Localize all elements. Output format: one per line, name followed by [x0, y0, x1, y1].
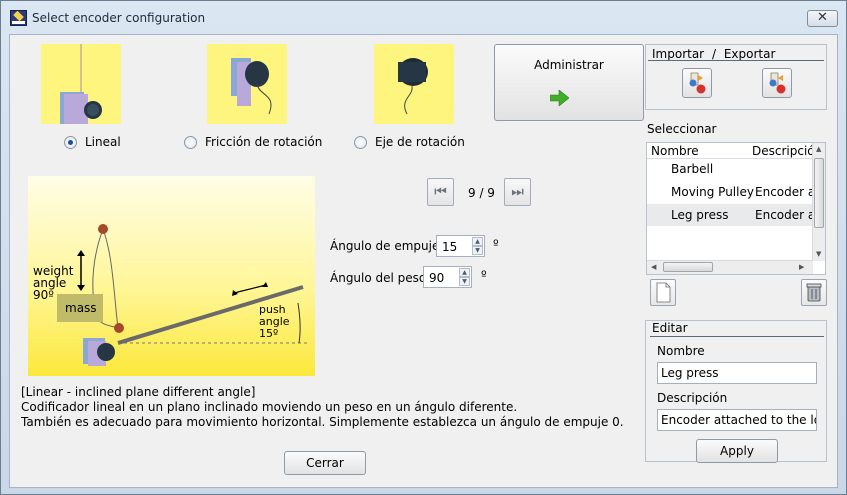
edit-name-field[interactable]: Leg press	[657, 362, 817, 384]
radio-eje-rotacion[interactable]: Eje de rotación	[354, 134, 465, 150]
spin-down-icon[interactable]: ▼	[472, 246, 483, 255]
export-title: Exportar	[723, 47, 776, 61]
scroll-right-icon[interactable]: ▶	[799, 263, 804, 271]
configurations-list[interactable]: Nombre Descripción Barbell Moving Pulley…	[646, 142, 826, 275]
mass-label: mass	[65, 301, 97, 315]
vertical-scroll-thumb[interactable]	[814, 158, 824, 228]
push-angle-line-3: 15º	[259, 327, 279, 340]
weight-angle-unit: º	[481, 268, 487, 282]
radio-friccion-rotacion[interactable]: Fricción de rotación	[184, 134, 322, 150]
edit-title: Editar	[652, 321, 688, 335]
push-angle-caption: push angle 15º	[259, 304, 290, 340]
column-header-name[interactable]: Nombre	[651, 144, 699, 158]
weight-angle-label: Ángulo del peso	[330, 271, 427, 285]
first-config-button[interactable]: ⏮	[427, 178, 454, 206]
right-panel: Importar / Exportar Seleccionar Nombre D…	[645, 44, 827, 463]
radio-friccion-label: Fricción de rotación	[205, 135, 323, 149]
push-angle-spinbox[interactable]: 15 ▲ ▼	[436, 235, 485, 257]
title-bar: Select encoder configuration ✕	[1, 1, 846, 34]
friction-rotation-thumbnail[interactable]	[207, 44, 287, 124]
import-export-title: Importar / Exportar	[652, 47, 775, 61]
description-line-3: También es adecuado para movimiento hori…	[21, 415, 624, 429]
window-title: Select encoder configuration	[32, 11, 206, 25]
window-close-button[interactable]: ✕	[807, 10, 838, 27]
list-item[interactable]: Barbell	[647, 158, 813, 180]
list-header: Nombre Descripción	[647, 143, 822, 159]
list-vertical-scrollbar[interactable]: ▲ ▼	[812, 143, 825, 261]
radio-dot[interactable]	[184, 135, 197, 149]
app-icon	[10, 10, 27, 26]
window-client-area: Lineal Fricción de rotación Eje de rotac…	[9, 34, 838, 488]
configuration-description: [Linear - inclined plane different angle…	[21, 385, 624, 430]
skip-last-icon: ⏭	[511, 184, 524, 200]
radio-dot[interactable]	[64, 135, 77, 149]
select-title: Seleccionar	[647, 122, 717, 136]
weight-angle-value: 90	[429, 271, 445, 285]
scroll-up-icon[interactable]: ▲	[816, 145, 821, 153]
trash-icon	[806, 283, 822, 302]
list-item[interactable]: Moving Pulley Encoder at	[647, 181, 813, 203]
edit-description-label: Descripción	[657, 391, 728, 405]
last-config-button[interactable]: ⏭	[504, 178, 531, 206]
spin-up-icon[interactable]: ▲	[459, 268, 470, 277]
cerrar-button[interactable]: Cerrar	[284, 451, 366, 475]
radio-dot[interactable]	[354, 135, 367, 149]
radio-eje-label: Eje de rotación	[375, 135, 465, 149]
lineal-encoder-icon	[60, 44, 102, 124]
weight-angle-line-3: 90º	[33, 288, 54, 302]
weight-angle-spin-arrows[interactable]: ▲ ▼	[459, 268, 470, 286]
list-item-name: Barbell	[671, 162, 714, 176]
list-item-selected[interactable]: Leg press Encoder at	[647, 204, 813, 226]
radio-lineal[interactable]: Lineal	[64, 134, 121, 150]
friction-rotation-encoder-icon	[231, 58, 272, 115]
edit-description-field[interactable]: Encoder attached to the load	[657, 409, 817, 431]
import-export-group: Importar / Exportar	[645, 44, 827, 110]
export-button[interactable]	[762, 68, 792, 98]
delete-config-button[interactable]	[801, 279, 827, 306]
list-horizontal-scrollbar[interactable]: ◀ ▶	[647, 260, 813, 274]
list-item-description: Encoder at	[755, 185, 813, 199]
green-arrow-right-icon	[550, 90, 569, 106]
horizontal-scroll-thumb[interactable]	[663, 262, 713, 272]
new-document-icon	[656, 282, 671, 303]
edit-divider	[650, 336, 824, 337]
spin-up-icon[interactable]: ▲	[472, 237, 483, 246]
push-angle-spin-arrows[interactable]: ▲ ▼	[472, 237, 483, 255]
new-config-button[interactable]	[650, 279, 676, 306]
import-icon	[689, 72, 706, 94]
lineal-encoder-thumbnail[interactable]	[41, 44, 121, 124]
push-angle-value: 15	[442, 240, 458, 254]
edit-name-label: Nombre	[657, 344, 705, 358]
skip-first-icon: ⏮	[434, 184, 447, 200]
import-button[interactable]	[682, 68, 712, 98]
list-item-name: Moving Pulley	[671, 185, 754, 199]
import-title: Importar	[652, 47, 705, 61]
list-item-description: Encoder at	[755, 208, 813, 222]
import-export-separator: /	[711, 47, 716, 61]
encoder-config-window: Select encoder configuration ✕ Lineal Fr…	[0, 0, 847, 495]
edit-group: Editar Nombre Leg press Descripción Enco…	[645, 320, 827, 463]
import-export-divider	[648, 60, 824, 61]
spin-down-icon[interactable]: ▼	[459, 277, 470, 286]
push-angle-label: Ángulo de empuje	[330, 239, 440, 253]
push-angle-unit: º	[493, 237, 499, 251]
axis-rotation-thumbnail[interactable]	[374, 44, 454, 124]
description-line-1: [Linear - inclined plane different angle…	[21, 385, 256, 399]
scroll-left-icon[interactable]: ◀	[651, 263, 656, 271]
configuration-diagram: weight angle 90º mass push angle 15º	[28, 176, 315, 376]
administrar-label: Administrar	[534, 58, 604, 72]
description-line-2: Codificador lineal en un plano inclinado…	[21, 400, 518, 414]
scroll-down-icon[interactable]: ▼	[816, 250, 821, 258]
weight-angle-caption: weight angle 90º	[33, 265, 73, 301]
list-item-name: Leg press	[671, 208, 729, 222]
apply-button[interactable]: Apply	[696, 439, 778, 463]
administrar-button[interactable]: Administrar	[494, 44, 644, 121]
export-icon	[769, 72, 786, 94]
radio-lineal-label: Lineal	[85, 135, 121, 149]
weight-angle-spinbox[interactable]: 90 ▲ ▼	[423, 266, 472, 288]
config-counter: 9 / 9	[468, 186, 495, 200]
axis-rotation-encoder-icon	[398, 58, 428, 115]
